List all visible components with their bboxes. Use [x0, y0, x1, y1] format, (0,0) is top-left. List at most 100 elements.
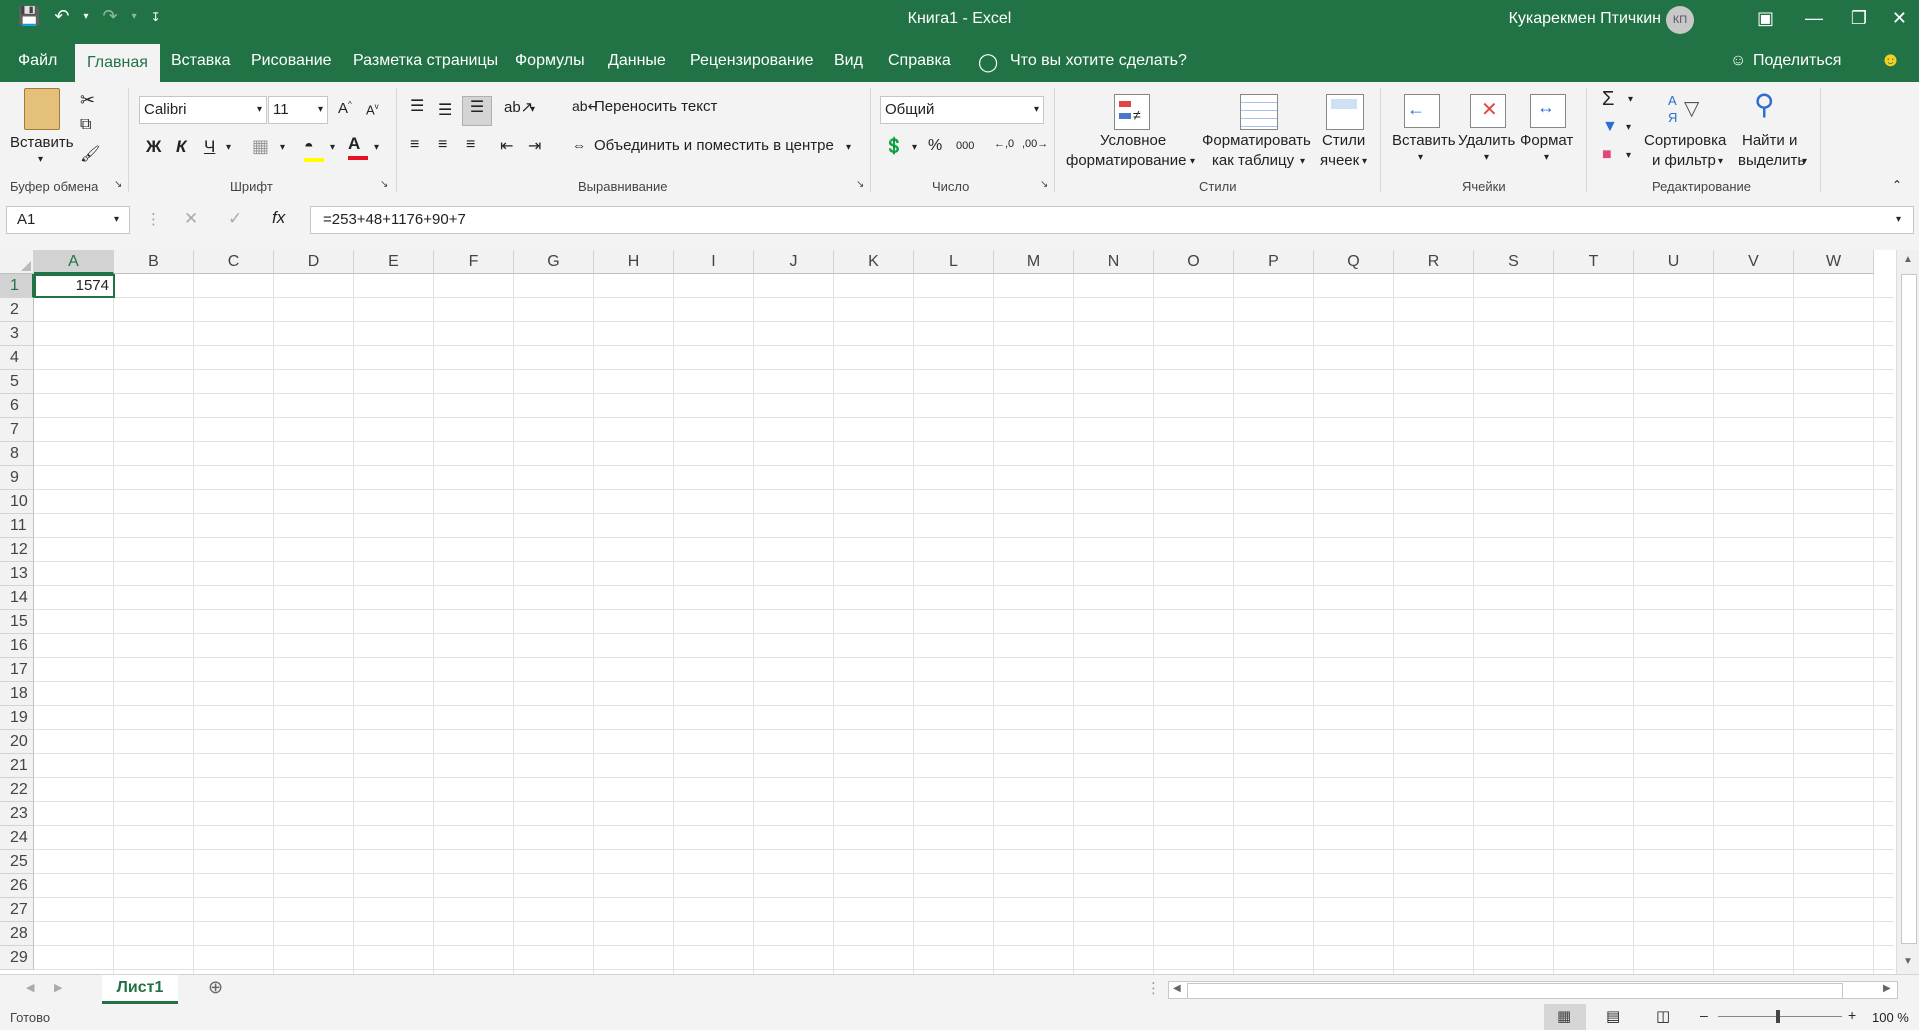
tab-help[interactable]: Справка	[888, 52, 951, 70]
row-header-17[interactable]: 17	[0, 658, 34, 682]
currency-icon[interactable]: 💲	[884, 136, 904, 156]
increase-indent-icon[interactable]: ⇥	[528, 136, 541, 156]
copy-icon[interactable]: ⧉	[80, 116, 91, 134]
clear-dropdown-icon[interactable]: ▾	[1626, 150, 1631, 161]
row-header-9[interactable]: 9	[0, 466, 34, 490]
collapse-ribbon-icon[interactable]: ⌃	[1892, 178, 1902, 192]
column-header-v[interactable]: V	[1714, 250, 1794, 274]
column-header-r[interactable]: R	[1394, 250, 1474, 274]
decrease-indent-icon[interactable]: ⇤	[500, 136, 513, 156]
conditional-formatting-label[interactable]: форматирование	[1066, 152, 1186, 169]
row-header-18[interactable]: 18	[0, 682, 34, 706]
format-as-table-label[interactable]: как таблицу	[1212, 152, 1294, 169]
row-header-10[interactable]: 10	[0, 490, 34, 514]
orientation-dropdown-icon[interactable]: ▾	[530, 104, 535, 115]
cell-styles-icon[interactable]	[1326, 94, 1364, 130]
cancel-icon[interactable]: ✕	[184, 209, 198, 229]
column-header-e[interactable]: E	[354, 250, 434, 274]
row-header-15[interactable]: 15	[0, 610, 34, 634]
user-name[interactable]: Кукарекмен Птичкин	[1509, 10, 1661, 28]
worksheet-grid[interactable]: 29 28 27 26 25 24 23 22 21 20 19 18 17 16 15 14 13 12 11 10…	[0, 250, 1919, 974]
column-header-l[interactable]: L	[914, 250, 994, 274]
normal-view-button[interactable]: ▦	[1544, 1004, 1586, 1030]
format-as-table-button[interactable]: Форматировать	[1202, 132, 1311, 149]
number-format-select[interactable]: Общий ▾	[880, 96, 1044, 124]
decrease-decimal-icon[interactable]: ,00→	[1022, 138, 1048, 150]
font-size-select[interactable]: 11 ▾	[268, 96, 328, 124]
currency-dropdown-icon[interactable]: ▾	[912, 142, 917, 153]
add-sheet-icon[interactable]: ⊕	[208, 977, 223, 998]
align-left-icon[interactable]: ≡	[410, 136, 419, 154]
underline-dropdown-icon[interactable]: ▾	[226, 142, 231, 153]
row-header-6[interactable]: 6	[0, 394, 34, 418]
column-header-d[interactable]: D	[274, 250, 354, 274]
zoom-level[interactable]: 100 %	[1872, 1010, 1909, 1025]
close-icon[interactable]: ✕	[1892, 8, 1907, 29]
column-header-w[interactable]: W	[1794, 250, 1874, 274]
clear-icon[interactable]: ■	[1602, 146, 1612, 164]
font-color-dropdown-icon[interactable]: ▾	[374, 142, 379, 153]
align-top-icon[interactable]: ☰	[410, 96, 424, 116]
row-header-21[interactable]: 21	[0, 754, 34, 778]
borders-icon[interactable]: ▦	[252, 136, 269, 157]
format-cells-button[interactable]: Формат	[1520, 132, 1573, 149]
row-header-22[interactable]: 22	[0, 778, 34, 802]
find-dropdown-icon[interactable]: ▾	[1802, 156, 1807, 167]
vertical-scrollbar[interactable]: ▲ ▼	[1896, 250, 1919, 974]
italic-button[interactable]: К	[176, 137, 186, 157]
row-header-16[interactable]: 16	[0, 634, 34, 658]
tab-home[interactable]: Главная	[75, 44, 160, 82]
column-header-j[interactable]: J	[754, 250, 834, 274]
row-header-5[interactable]: 5	[0, 370, 34, 394]
autosum-icon[interactable]: Σ	[1602, 88, 1614, 111]
select-all-button[interactable]	[0, 250, 34, 274]
column-header-g[interactable]: G	[514, 250, 594, 274]
tell-me-search[interactable]: Что вы хотите сделать?	[1010, 52, 1187, 70]
clipboard-launcher-icon[interactable]: ↘	[114, 179, 122, 190]
find-select-icon[interactable]: ⚲	[1754, 88, 1775, 121]
prev-sheet-icon[interactable]: ◀	[26, 981, 34, 994]
merge-icon[interactable]: ⇔	[572, 137, 586, 153]
row-header-20[interactable]: 20	[0, 730, 34, 754]
format-cells-icon[interactable]: ↔	[1530, 94, 1566, 128]
column-header-t[interactable]: T	[1554, 250, 1634, 274]
thousands-button[interactable]: 000	[956, 140, 974, 152]
row-header-19[interactable]: 19	[0, 706, 34, 730]
delete-dropdown-icon[interactable]: ▾	[1484, 152, 1489, 163]
conditional-dropdown-icon[interactable]: ▾	[1190, 156, 1195, 167]
cell-styles-button[interactable]: Стили	[1322, 132, 1365, 149]
row-header-1[interactable]: 1	[0, 274, 34, 298]
sort-filter-button[interactable]: Сортировка	[1644, 132, 1726, 149]
paste-button[interactable]: Вставить	[10, 134, 74, 151]
decrease-font-icon[interactable]: Av	[366, 102, 379, 117]
row-header-2[interactable]: 2	[0, 298, 34, 322]
sort-filter-label[interactable]: и фильтр	[1652, 152, 1716, 169]
tab-review[interactable]: Рецензирование	[690, 52, 814, 70]
cell-styles-dropdown-icon[interactable]: ▾	[1362, 156, 1367, 167]
insert-dropdown-icon[interactable]: ▾	[1418, 152, 1423, 163]
scroll-down-icon[interactable]: ▼	[1903, 956, 1913, 967]
column-header-o[interactable]: O	[1154, 250, 1234, 274]
increase-decimal-icon[interactable]: ←,0	[994, 138, 1014, 150]
font-launcher-icon[interactable]: ↘	[380, 179, 388, 190]
column-header-q[interactable]: Q	[1314, 250, 1394, 274]
align-right-icon[interactable]: ≡	[466, 136, 475, 154]
column-header-h[interactable]: H	[594, 250, 674, 274]
tab-draw[interactable]: Рисование	[251, 52, 332, 70]
page-layout-view-icon[interactable]: ▤	[1606, 1007, 1620, 1025]
fill-dropdown-icon[interactable]: ▾	[1626, 122, 1631, 133]
scroll-up-icon[interactable]: ▲	[1903, 254, 1913, 265]
column-header-p[interactable]: P	[1234, 250, 1314, 274]
clipboard-icon[interactable]	[24, 88, 60, 130]
number-launcher-icon[interactable]: ↘	[1040, 179, 1048, 190]
row-header-29[interactable]: 29	[0, 946, 34, 970]
cell-a1[interactable]: 1574	[34, 274, 115, 298]
horizontal-scroll-thumb[interactable]	[1187, 983, 1843, 999]
font-color-icon[interactable]: A	[348, 134, 368, 160]
column-header-c[interactable]: C	[194, 250, 274, 274]
insert-function-icon[interactable]: fx	[272, 208, 285, 228]
column-header-k[interactable]: K	[834, 250, 914, 274]
borders-dropdown-icon[interactable]: ▾	[280, 142, 285, 153]
increase-font-icon[interactable]: A^	[338, 100, 352, 117]
row-header-13[interactable]: 13	[0, 562, 34, 586]
